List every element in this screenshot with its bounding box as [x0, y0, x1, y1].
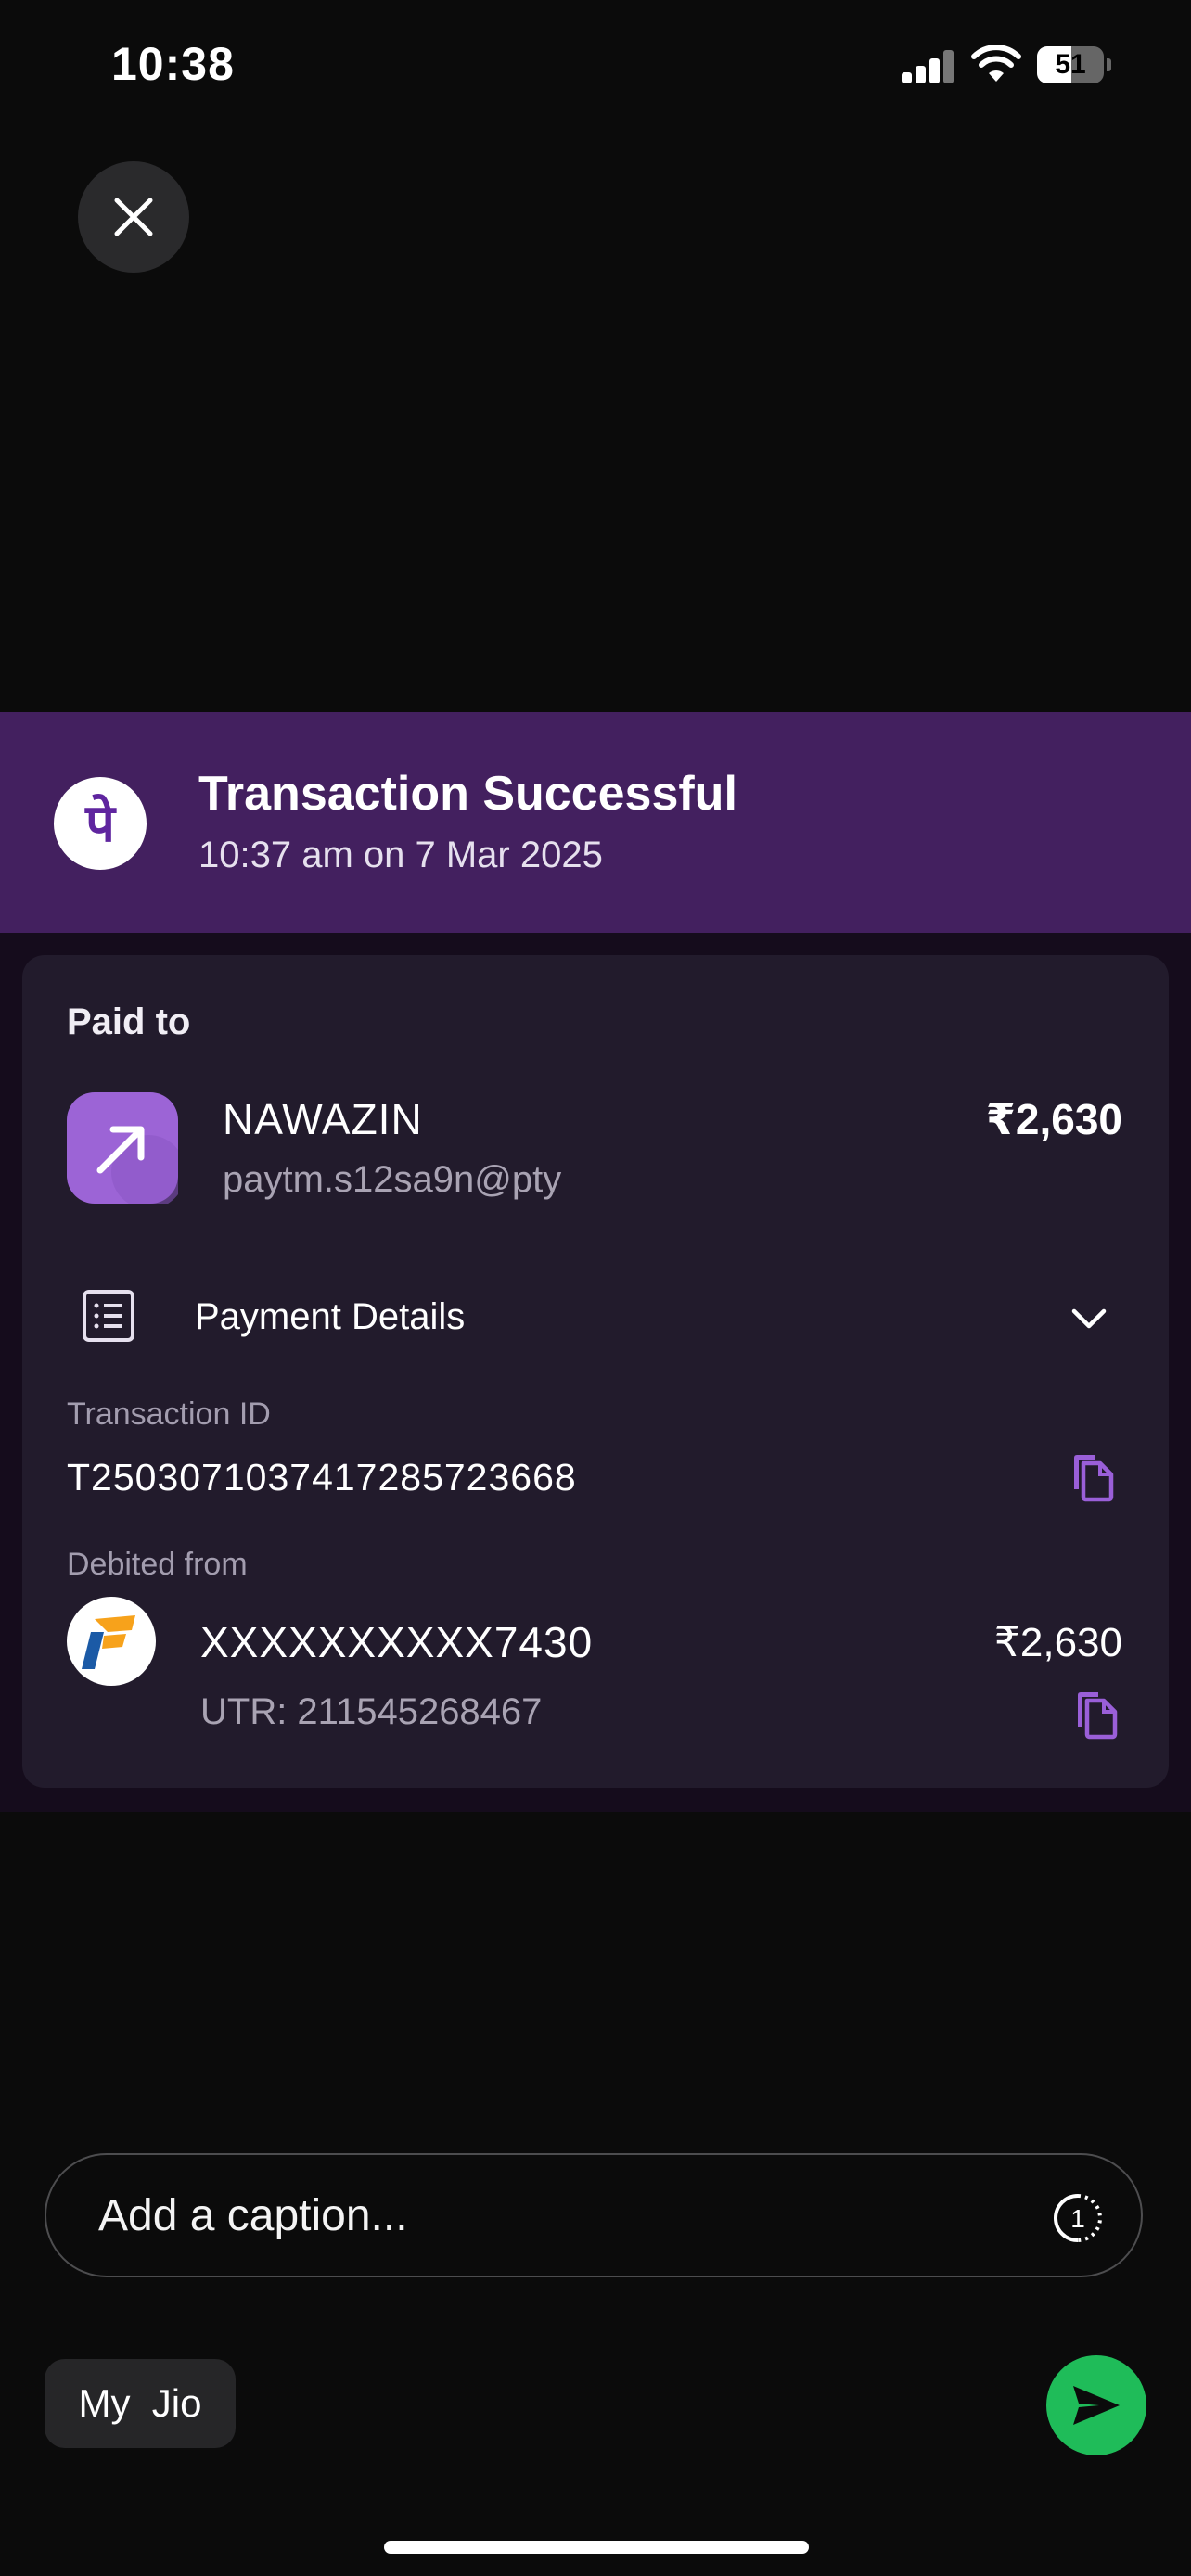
send-button[interactable] [1046, 2355, 1146, 2455]
transaction-id-label: Transaction ID [67, 1396, 271, 1432]
wifi-icon [971, 45, 1021, 82]
send-icon [1073, 2386, 1120, 2425]
chevron-down-icon[interactable] [1069, 1298, 1109, 1339]
debited-from-label: Debited from [67, 1547, 248, 1582]
transaction-status-title: Transaction Successful [198, 767, 737, 821]
status-time: 10:38 [111, 38, 235, 90]
transaction-timestamp: 10:37 am on 7 Mar 2025 [198, 835, 603, 875]
caption-placeholder[interactable]: Add a caption... [98, 2190, 408, 2241]
payee-name: NAWAZIN [223, 1095, 423, 1143]
phonepe-logo: पे [54, 777, 147, 870]
close-button[interactable] [78, 161, 189, 273]
recipient-chip-label: My Jio [78, 2381, 202, 2425]
transaction-id-value: T2503071037417285723668 [67, 1456, 577, 1498]
battery-percentage: 51 [1055, 49, 1086, 80]
copy-icon[interactable] [1070, 1452, 1115, 1502]
home-indicator [384, 2541, 809, 2554]
paid-to-label: Paid to [67, 1001, 191, 1042]
payee-upi-id: paytm.s12sa9n@pty [223, 1159, 562, 1200]
view-once-timer-icon[interactable]: 1 [1052, 2192, 1104, 2244]
paid-amount: ₹2,630 [985, 1095, 1122, 1143]
close-icon [114, 198, 153, 236]
debited-account-number: XXXXXXXXXX7430 [200, 1618, 594, 1666]
cellular-signal-icon [902, 50, 955, 83]
bank-logo-mark [82, 1615, 135, 1669]
battery-icon: 51 [1037, 46, 1111, 83]
phonepe-logo-glyph: पे [85, 794, 115, 852]
receipt-list-icon [83, 1290, 134, 1342]
payment-details-toggle[interactable]: Payment Details [195, 1296, 465, 1338]
payee-avatar [67, 1092, 186, 1209]
arrow-up-right-icon [96, 1126, 186, 1209]
utr-number: UTR: 211545268467 [200, 1691, 543, 1732]
copy-icon[interactable] [1074, 1690, 1119, 1740]
receipt-header [0, 712, 1191, 933]
debited-amount: ₹2,630 [993, 1620, 1122, 1665]
timer-label: 1 [1070, 2204, 1085, 2233]
recipient-chip[interactable]: My Jio [45, 2359, 236, 2448]
bank-logo [67, 1597, 156, 1686]
